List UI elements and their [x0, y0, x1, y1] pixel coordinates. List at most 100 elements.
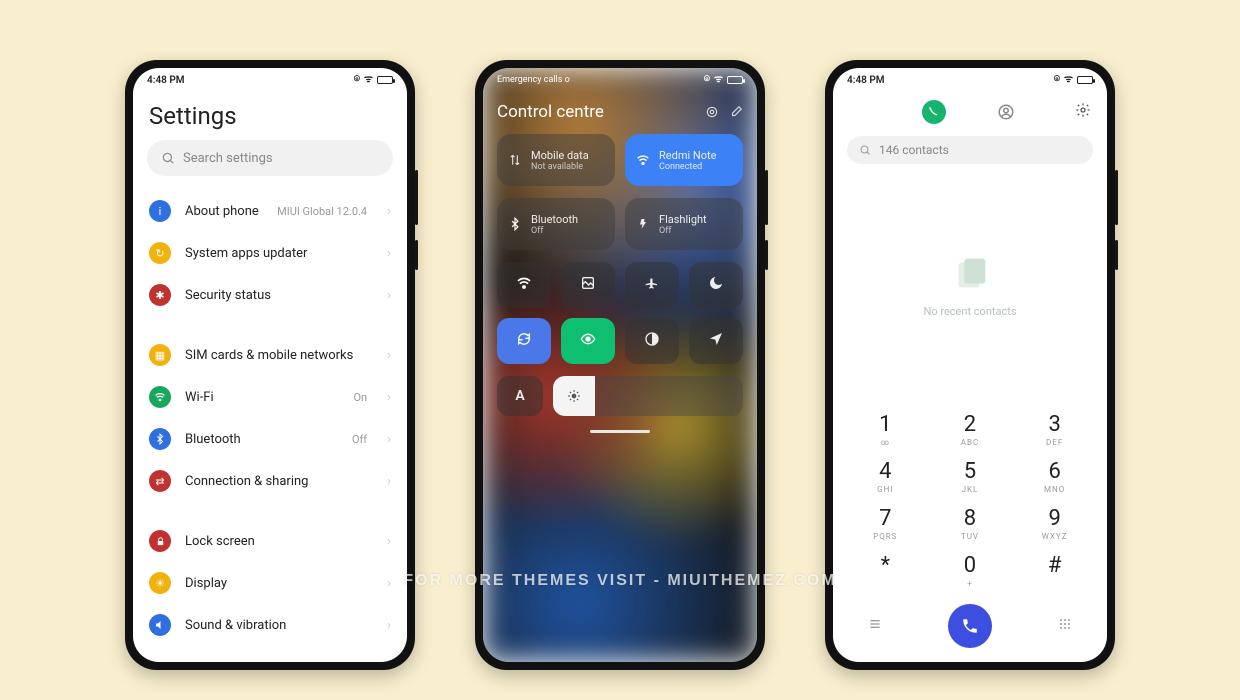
settings-screen: 4:48 PM ⌾ ᯤ Settings Search settings iAb…: [133, 68, 407, 662]
dialer-empty-state: No recent contacts: [833, 164, 1107, 404]
tile-mobile-data[interactable]: Mobile dataNot available: [497, 134, 615, 186]
status-bar: Emergency calls o ⌾ ᯤ: [497, 68, 743, 92]
chevron-right-icon: ›: [387, 576, 391, 591]
dialer-empty-text: No recent contacts: [923, 305, 1016, 318]
tile-dnd[interactable]: [689, 262, 743, 308]
settings-row-display[interactable]: ☀Display›: [147, 562, 393, 604]
dialer-search-input[interactable]: 146 contacts: [847, 136, 1093, 164]
key-number: 5: [928, 461, 1013, 483]
tab-contacts[interactable]: [994, 100, 1018, 124]
wifi-icon: ᯤ: [1064, 75, 1073, 85]
settings-row-wi-fi[interactable]: Wi-FiOn›: [147, 376, 393, 418]
settings-row-icon: ↻: [149, 242, 171, 264]
settings-row-icon: i: [149, 200, 171, 222]
search-settings-input[interactable]: Search settings: [147, 140, 393, 176]
chevron-right-icon: ›: [387, 288, 391, 303]
settings-row-label: Connection & sharing: [185, 474, 373, 489]
tile-screenshot[interactable]: [561, 262, 615, 308]
call-button[interactable]: [948, 604, 992, 648]
key-sublabel: GHI: [843, 485, 928, 494]
tile-flashlight[interactable]: FlashlightOff: [625, 198, 743, 250]
target-icon[interactable]: [705, 105, 719, 119]
settings-row-label: System apps updater: [185, 246, 373, 261]
dialpad-button[interactable]: [1057, 616, 1073, 636]
key-sublabel: TUV: [928, 532, 1013, 541]
settings-row-value: On: [353, 391, 367, 404]
chevron-right-icon: ›: [387, 432, 391, 447]
key-sublabel: PQRS: [843, 532, 928, 541]
settings-row-label: Lock screen: [185, 534, 373, 549]
settings-row-label: Sound & vibration: [185, 618, 373, 633]
key-2[interactable]: 2ABC: [928, 408, 1013, 455]
dialer-search-text: 146 contacts: [879, 143, 949, 157]
key-sublabel: DEF: [1012, 438, 1097, 447]
brightness-slider[interactable]: [553, 376, 743, 416]
wifi-icon: ᯤ: [364, 75, 373, 85]
settings-row-sound-vibration[interactable]: Sound & vibration›: [147, 604, 393, 646]
settings-row-security-status[interactable]: ✱Security status›: [147, 274, 393, 316]
tab-recents[interactable]: [922, 100, 946, 124]
key-7[interactable]: 7 PQRS: [843, 502, 928, 549]
key-number: 7: [843, 508, 928, 530]
settings-row-connection-sharing[interactable]: ⇄Connection & sharing›: [147, 460, 393, 502]
dialer-keypad: 1∞2ABC3 DEF 4GHI5JKL6MNO 7 PQRS8TUV9 WXYZ *0+#: [833, 404, 1107, 596]
key-0[interactable]: 0+: [928, 549, 1013, 596]
chevron-right-icon: ›: [387, 246, 391, 261]
key-sublabel: [843, 579, 928, 588]
key-sublabel: [1012, 579, 1097, 588]
settings-row-bluetooth[interactable]: BluetoothOff›: [147, 418, 393, 460]
contact-icon: [997, 103, 1015, 121]
key-number: #: [1012, 555, 1097, 577]
key-6[interactable]: 6MNO: [1012, 455, 1097, 502]
settings-row-label: SIM cards & mobile networks: [185, 348, 373, 363]
settings-row-lock-screen[interactable]: Lock screen›: [147, 520, 393, 562]
key-number: 3: [1012, 414, 1097, 436]
key-9[interactable]: 9 WXYZ: [1012, 502, 1097, 549]
key-4[interactable]: 4GHI: [843, 455, 928, 502]
status-icons: ⌾ ᯤ: [1054, 75, 1093, 85]
status-icons: ⌾ ᯤ: [704, 75, 743, 85]
search-placeholder: Search settings: [183, 151, 273, 166]
settings-row-sim-cards-mobile-networks[interactable]: ▦SIM cards & mobile networks›: [147, 334, 393, 376]
tile-read[interactable]: [561, 318, 615, 364]
tile-location[interactable]: [689, 318, 743, 364]
dialer-tabs: [833, 92, 1107, 130]
settings-row-icon: [149, 530, 171, 552]
tile-wifi-small[interactable]: [497, 262, 551, 308]
key-3[interactable]: 3 DEF: [1012, 408, 1097, 455]
settings-row-value: MIUI Global 12.0.4: [277, 205, 367, 218]
tile-wifi[interactable]: Redmi NoteConnected: [625, 134, 743, 186]
cast-icon: ⌾: [354, 75, 360, 85]
status-bar: 4:48 PM ⌾ ᯤ: [833, 68, 1107, 92]
rotate-icon: [516, 331, 532, 351]
settings-row-system-apps-updater[interactable]: ↻ System apps updater ›: [147, 232, 393, 274]
edit-icon[interactable]: [729, 105, 743, 119]
settings-row-label: Security status: [185, 288, 373, 303]
settings-row-label: Display: [185, 576, 373, 591]
key-5[interactable]: 5JKL: [928, 455, 1013, 502]
wifi-icon: [635, 153, 651, 167]
dialer-screen: 4:48 PM ⌾ ᯤ: [833, 68, 1107, 662]
key-#[interactable]: #: [1012, 549, 1097, 596]
settings-row-about-phone[interactable]: iAbout phoneMIUI Global 12.0.4›: [147, 190, 393, 232]
status-time: 4:48 PM: [847, 75, 885, 86]
settings-row-icon: [149, 428, 171, 450]
tile-rotate[interactable]: [497, 318, 551, 364]
key-*[interactable]: *: [843, 549, 928, 596]
auto-brightness-toggle[interactable]: A: [497, 376, 543, 416]
control-centre-screen: Emergency calls o ⌾ ᯤ Control centre Mob…: [483, 68, 757, 662]
key-8[interactable]: 8TUV: [928, 502, 1013, 549]
tile-dark[interactable]: [625, 318, 679, 364]
key-sublabel: WXYZ: [1012, 532, 1097, 541]
search-icon: [859, 144, 871, 156]
tile-bluetooth[interactable]: BluetoothOff: [497, 198, 615, 250]
key-sublabel: ∞: [843, 438, 928, 447]
key-1[interactable]: 1∞: [843, 408, 928, 455]
key-sublabel: +: [928, 579, 1013, 588]
home-indicator[interactable]: [590, 430, 650, 433]
tile-airplane[interactable]: [625, 262, 679, 308]
tile-label: Redmi Note: [659, 149, 716, 162]
menu-button[interactable]: [867, 616, 883, 636]
key-number: 9: [1012, 508, 1097, 530]
settings-button[interactable]: [1075, 102, 1091, 122]
